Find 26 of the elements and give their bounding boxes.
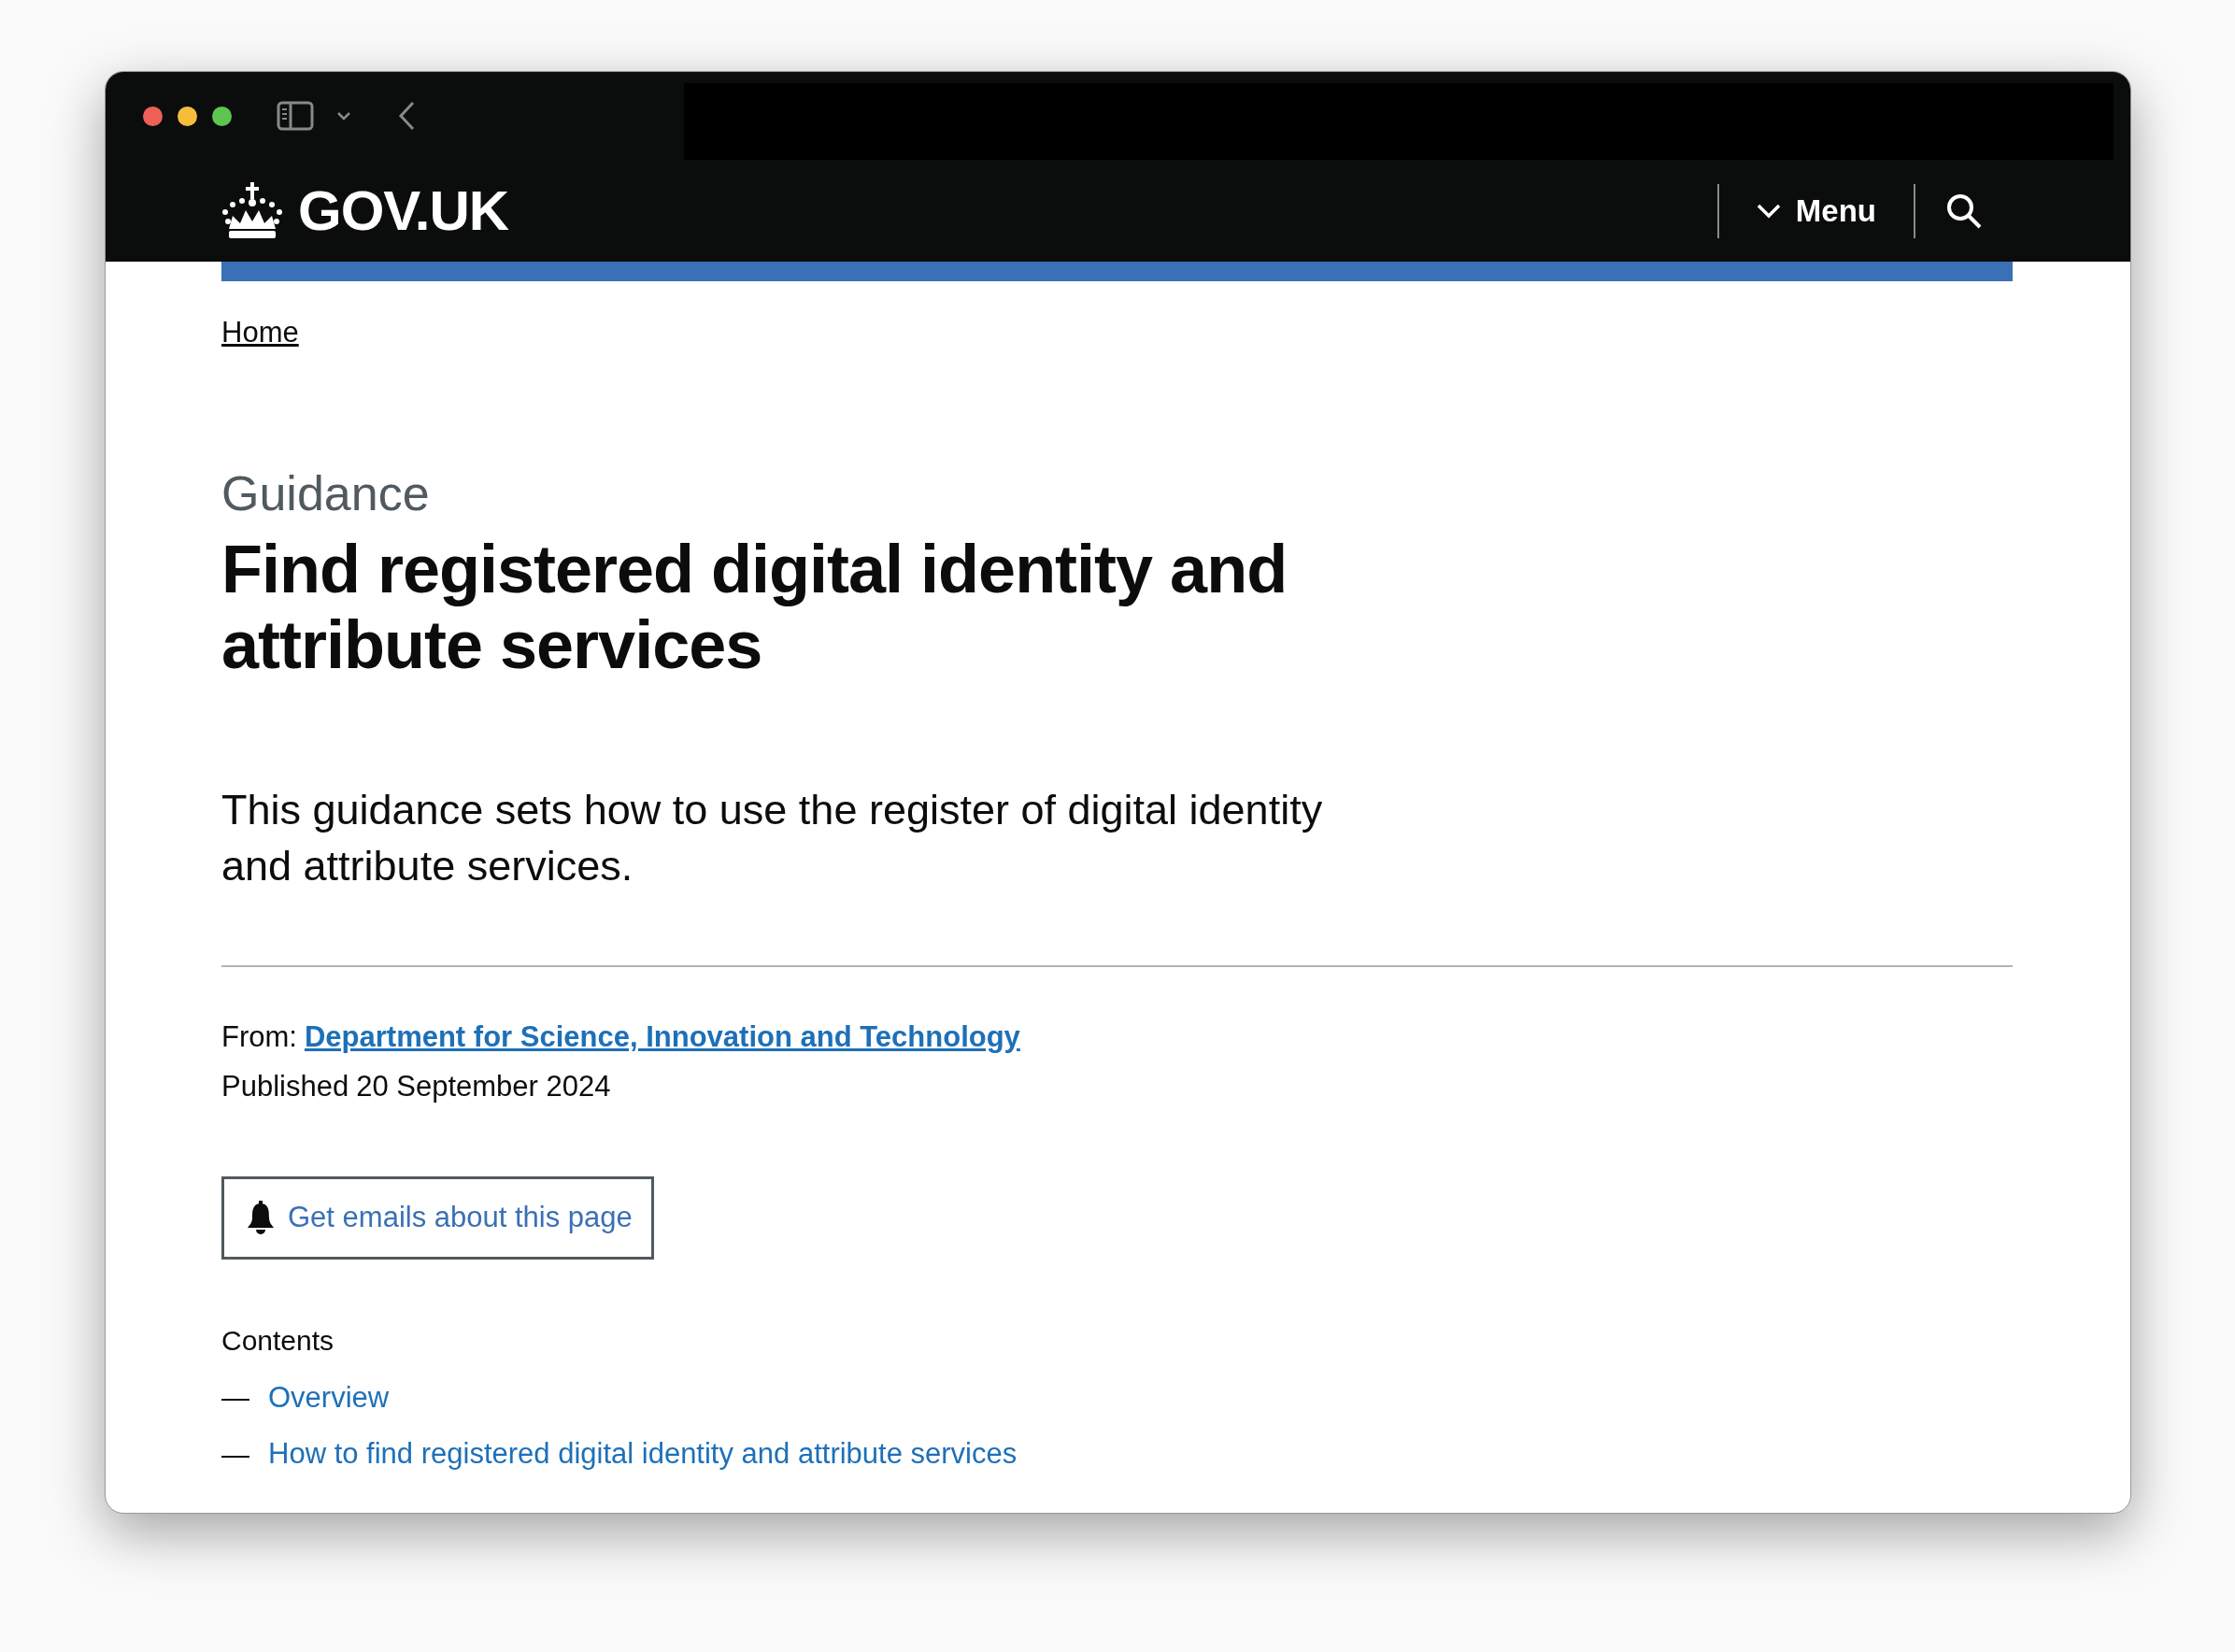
published-label: Published xyxy=(221,1068,349,1104)
published-date: 20 September 2024 xyxy=(356,1068,611,1104)
contents-link[interactable]: Overview xyxy=(268,1375,390,1420)
gov-logo-text[interactable]: GOV.UK xyxy=(298,182,509,239)
page-title: Find registered digital identity and attribute services xyxy=(221,531,1288,683)
breadcrumb-link[interactable]: Home xyxy=(221,316,299,349)
minimize-window-icon[interactable] xyxy=(178,106,197,126)
list-dash: — xyxy=(221,1437,250,1472)
maximize-window-icon[interactable] xyxy=(212,106,232,126)
department-link[interactable]: Department for Science, Innovation and Technology xyxy=(304,1018,1020,1054)
chevron-down-icon xyxy=(1756,203,1781,219)
bell-icon xyxy=(247,1201,275,1235)
contents-link[interactable]: How to find registered digital identity and attribute services xyxy=(268,1432,1018,1476)
sidebar-icon[interactable] xyxy=(277,101,314,131)
close-window-icon[interactable] xyxy=(143,106,163,126)
crown-icon xyxy=(221,181,283,240)
menu-button[interactable]: Menu xyxy=(1718,187,1914,235)
list-dash: — xyxy=(221,1381,250,1416)
contents-heading: Contents xyxy=(221,1323,335,1358)
email-alerts-button[interactable]: Get emails about this page xyxy=(221,1176,654,1260)
chevron-down-icon[interactable] xyxy=(336,111,351,121)
from-label: From: xyxy=(221,1018,297,1054)
search-icon xyxy=(1945,192,1983,230)
page-summary: This guidance sets how to use the register of digital identity and attribute services. xyxy=(221,784,1324,891)
back-icon[interactable] xyxy=(398,101,415,131)
page-caption: Guidance xyxy=(221,466,431,520)
